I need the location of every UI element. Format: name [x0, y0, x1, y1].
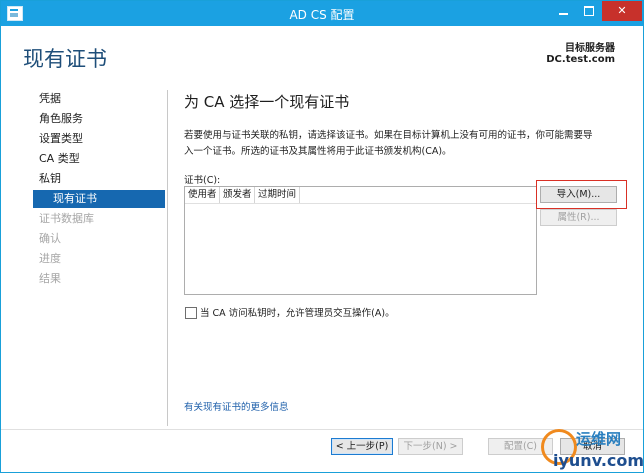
nav-item-results: 结果 — [39, 272, 61, 285]
close-icon: ✕ — [617, 4, 627, 17]
allow-admin-interaction-label[interactable]: 当 CA 访问私钥时，允许管理员交互操作(A)。 — [200, 305, 395, 319]
column-header-row: 使用者 颁发者 过期时间 — [185, 187, 536, 204]
section-title: 为 CA 选择一个现有证书 — [184, 93, 350, 111]
nav-item-existing-certificate[interactable]: 现有证书 — [33, 190, 165, 208]
target-server-name: DC.test.com — [546, 54, 615, 65]
description-line-2: 入一个证书。所选的证书及其属性将用于此证书颁发机构(CA)。 — [184, 146, 452, 157]
column-header-subject[interactable]: 使用者 — [185, 187, 220, 203]
import-button[interactable]: 导入(M)... — [540, 186, 617, 203]
close-button[interactable]: ✕ — [602, 1, 642, 21]
ad-cs-config-window: AD CS 配置 ✕ 现有证书 目标服务器 DC.test.com 凭据 角色服… — [0, 0, 644, 473]
title-bar[interactable]: AD CS 配置 ✕ — [1, 1, 643, 26]
properties-button: 属性(R)... — [540, 209, 617, 226]
nav-divider — [167, 90, 168, 426]
watermark-bottom-text: iyunv.com — [553, 451, 644, 470]
maximize-icon — [584, 6, 594, 16]
watermark-top-text: 运维网 — [576, 430, 622, 448]
nav-item-confirmation: 确认 — [39, 232, 61, 245]
nav-item-role-services[interactable]: 角色服务 — [39, 110, 83, 128]
allow-admin-interaction-checkbox[interactable] — [185, 307, 197, 319]
minimize-button[interactable] — [550, 1, 576, 21]
window-title: AD CS 配置 — [289, 8, 355, 22]
nav-item-setup-type[interactable]: 设置类型 — [39, 130, 83, 148]
nav-item-certificate-database: 证书数据库 — [39, 212, 94, 225]
nav-item-ca-type[interactable]: CA 类型 — [39, 150, 80, 168]
description-line-1: 若要使用与证书关联的私钥，请选择该证书。如果在目标计算机上没有可用的证书，你可能… — [184, 130, 593, 141]
nav-item-credentials[interactable]: 凭据 — [39, 90, 61, 108]
next-button: 下一步(N) > — [398, 438, 463, 455]
nav-item-private-key[interactable]: 私钥 — [39, 170, 61, 188]
page-title: 现有证书 — [23, 47, 107, 71]
site-watermark: 运维网 iyunv.com — [537, 425, 644, 472]
back-button[interactable]: < 上一步(P) — [331, 438, 393, 455]
minimize-icon — [559, 13, 568, 15]
certificate-list-label: 证书(C): — [184, 175, 221, 186]
description: 若要使用与证书关联的私钥，请选择该证书。如果在目标计算机上没有可用的证书，你可能… — [184, 128, 624, 160]
column-header-issuer[interactable]: 颁发者 — [220, 187, 255, 203]
nav-item-progress: 进度 — [39, 252, 61, 265]
certificate-list[interactable]: 使用者 颁发者 过期时间 — [184, 186, 537, 295]
more-info-link[interactable]: 有关现有证书的更多信息 — [184, 399, 289, 413]
target-server-label: 目标服务器 — [565, 43, 615, 54]
nav-item-label: 现有证书 — [53, 192, 97, 205]
maximize-button[interactable] — [576, 1, 602, 21]
column-header-expiration[interactable]: 过期时间 — [255, 187, 300, 203]
